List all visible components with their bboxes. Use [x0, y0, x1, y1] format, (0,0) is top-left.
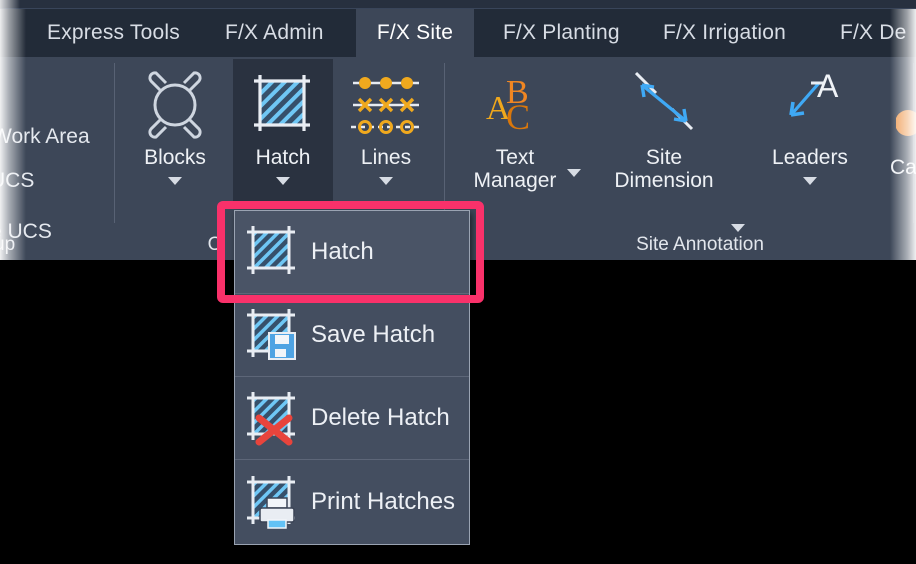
- ribbon-command-ucs[interactable]: UCS: [0, 169, 34, 193]
- ribbon-button-text-manager[interactable]: A B C Text Manager: [455, 59, 575, 192]
- ribbon-button-site-dimension[interactable]: Site Dimension: [594, 59, 734, 192]
- lines-icon: [347, 69, 425, 141]
- abc-icon: A B C: [476, 69, 554, 141]
- chevron-down-icon[interactable]: [803, 176, 817, 185]
- application-window: Express Tools F/X Admin F/X Site F/X Pla…: [0, 0, 916, 564]
- dimension-icon: [622, 69, 706, 141]
- leader-icon: A: [769, 69, 851, 141]
- menu-item-delete-hatch[interactable]: Delete Hatch: [235, 377, 469, 460]
- ribbon-button-blocks[interactable]: Blocks: [125, 59, 225, 185]
- chevron-down-icon[interactable]: [731, 224, 745, 232]
- menu-item-save-hatch[interactable]: Save Hatch: [235, 294, 469, 377]
- ribbon-button-callouts-label[interactable]: Ca: [890, 156, 916, 180]
- ribbon-button-site-dimension-label: Site Dimension: [614, 146, 714, 192]
- svg-text:C: C: [506, 97, 530, 137]
- chevron-down-icon[interactable]: [379, 176, 393, 185]
- ribbon-button-leaders-label: Leaders: [772, 146, 848, 169]
- chevron-down-icon[interactable]: [567, 169, 581, 177]
- menu-item-delete-hatch-label: Delete Hatch: [311, 404, 450, 431]
- ribbon-button-lines-label: Lines: [360, 146, 412, 169]
- ribbon-button-leaders[interactable]: A Leaders: [755, 59, 865, 185]
- save-hatch-icon: [241, 305, 303, 365]
- delete-hatch-icon: [241, 388, 303, 448]
- menu-item-print-hatches[interactable]: Print Hatches: [235, 460, 469, 543]
- blocks-icon: [136, 69, 214, 141]
- hatch-icon: [244, 69, 322, 141]
- tab-fx-design[interactable]: F/X De: [826, 9, 916, 57]
- ribbon-button-blocks-label: Blocks: [144, 146, 206, 169]
- menu-item-print-hatches-label: Print Hatches: [311, 487, 456, 515]
- tab-fx-site[interactable]: F/X Site: [356, 9, 474, 57]
- ribbon-button-text-manager-label: Text Manager: [473, 146, 557, 192]
- tab-express-tools[interactable]: Express Tools: [33, 9, 194, 57]
- window-top-strip: [0, 0, 916, 9]
- ribbon-button-hatch[interactable]: Hatch: [233, 59, 333, 209]
- menu-item-hatch-label: Hatch: [311, 238, 374, 265]
- svg-text:A: A: [817, 69, 839, 104]
- print-hatches-icon: [241, 472, 303, 532]
- tab-fx-irrigation[interactable]: F/X Irrigation: [649, 9, 800, 57]
- chevron-down-icon[interactable]: [168, 176, 182, 185]
- chevron-down-icon[interactable]: [276, 176, 290, 185]
- hatch-icon: [241, 222, 303, 282]
- tab-fx-planting[interactable]: F/X Planting: [489, 9, 634, 57]
- menu-item-save-hatch-label: Save Hatch: [311, 321, 436, 348]
- ribbon-button-hatch-label: Hatch: [255, 146, 311, 169]
- hatch-dropdown-menu: Hatch Save Hatch Delete Hatch Print Hatc…: [234, 210, 470, 545]
- ribbon-button-lines[interactable]: Lines: [336, 59, 436, 185]
- ribbon-tab-bar: Express Tools F/X Admin F/X Site F/X Pla…: [0, 9, 916, 57]
- panel-label-group: up: [0, 234, 16, 255]
- panel-label-site-annotation: Site Annotation: [636, 234, 764, 255]
- menu-item-hatch[interactable]: Hatch: [235, 211, 469, 294]
- callout-icon: [896, 109, 916, 149]
- ribbon-command-work-area[interactable]: Work Area: [0, 125, 90, 149]
- tab-fx-admin[interactable]: F/X Admin: [211, 9, 338, 57]
